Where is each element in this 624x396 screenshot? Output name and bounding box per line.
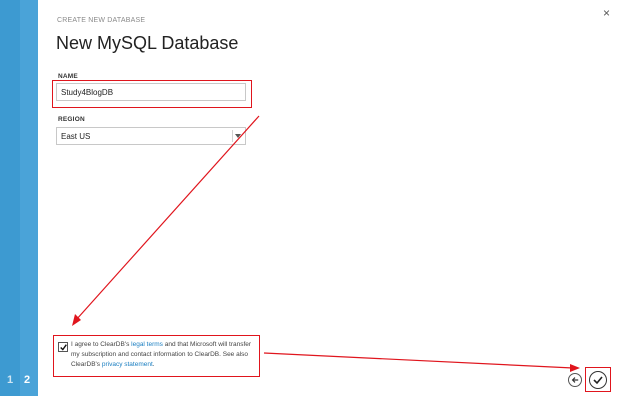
privacy-statement-link[interactable]: privacy statement bbox=[102, 361, 153, 368]
consent-text-part-1: I agree to ClearDB's bbox=[71, 341, 132, 348]
region-select[interactable]: East US bbox=[56, 127, 246, 145]
annotation-arrowhead-confirm bbox=[570, 364, 580, 372]
wizard-step-rail: 1 2 bbox=[0, 0, 38, 396]
close-icon[interactable]: × bbox=[603, 6, 610, 20]
consent-text-part-3: . bbox=[152, 361, 155, 368]
back-button[interactable] bbox=[568, 373, 582, 387]
page-title: New MySQL Database bbox=[56, 33, 239, 53]
region-label: REGION bbox=[58, 116, 85, 123]
annotation-arrow-to-consent bbox=[75, 115, 260, 321]
name-label: NAME bbox=[58, 73, 78, 80]
consent-area: I agree to ClearDB's legal terms and tha… bbox=[53, 335, 260, 377]
arrow-left-icon bbox=[571, 377, 579, 383]
chevron-down-icon[interactable] bbox=[232, 130, 243, 142]
consent-text: I agree to ClearDB's legal terms and tha… bbox=[71, 340, 254, 370]
rail-inner bbox=[0, 0, 20, 396]
dialog-eyebrow: CREATE NEW DATABASE bbox=[57, 17, 146, 24]
step-1-indicator[interactable]: 1 bbox=[7, 374, 13, 386]
legal-terms-link[interactable]: legal terms bbox=[131, 341, 163, 348]
checkmark-icon bbox=[59, 343, 67, 351]
annotation-arrowhead-consent bbox=[72, 314, 81, 326]
annotation-box-name bbox=[52, 80, 252, 108]
step-2-indicator[interactable]: 2 bbox=[24, 374, 30, 386]
annotation-box-confirm bbox=[585, 367, 611, 392]
region-selected-value: East US bbox=[61, 132, 91, 141]
annotation-arrow-to-confirm bbox=[263, 352, 574, 369]
consent-checkbox[interactable] bbox=[58, 342, 68, 352]
